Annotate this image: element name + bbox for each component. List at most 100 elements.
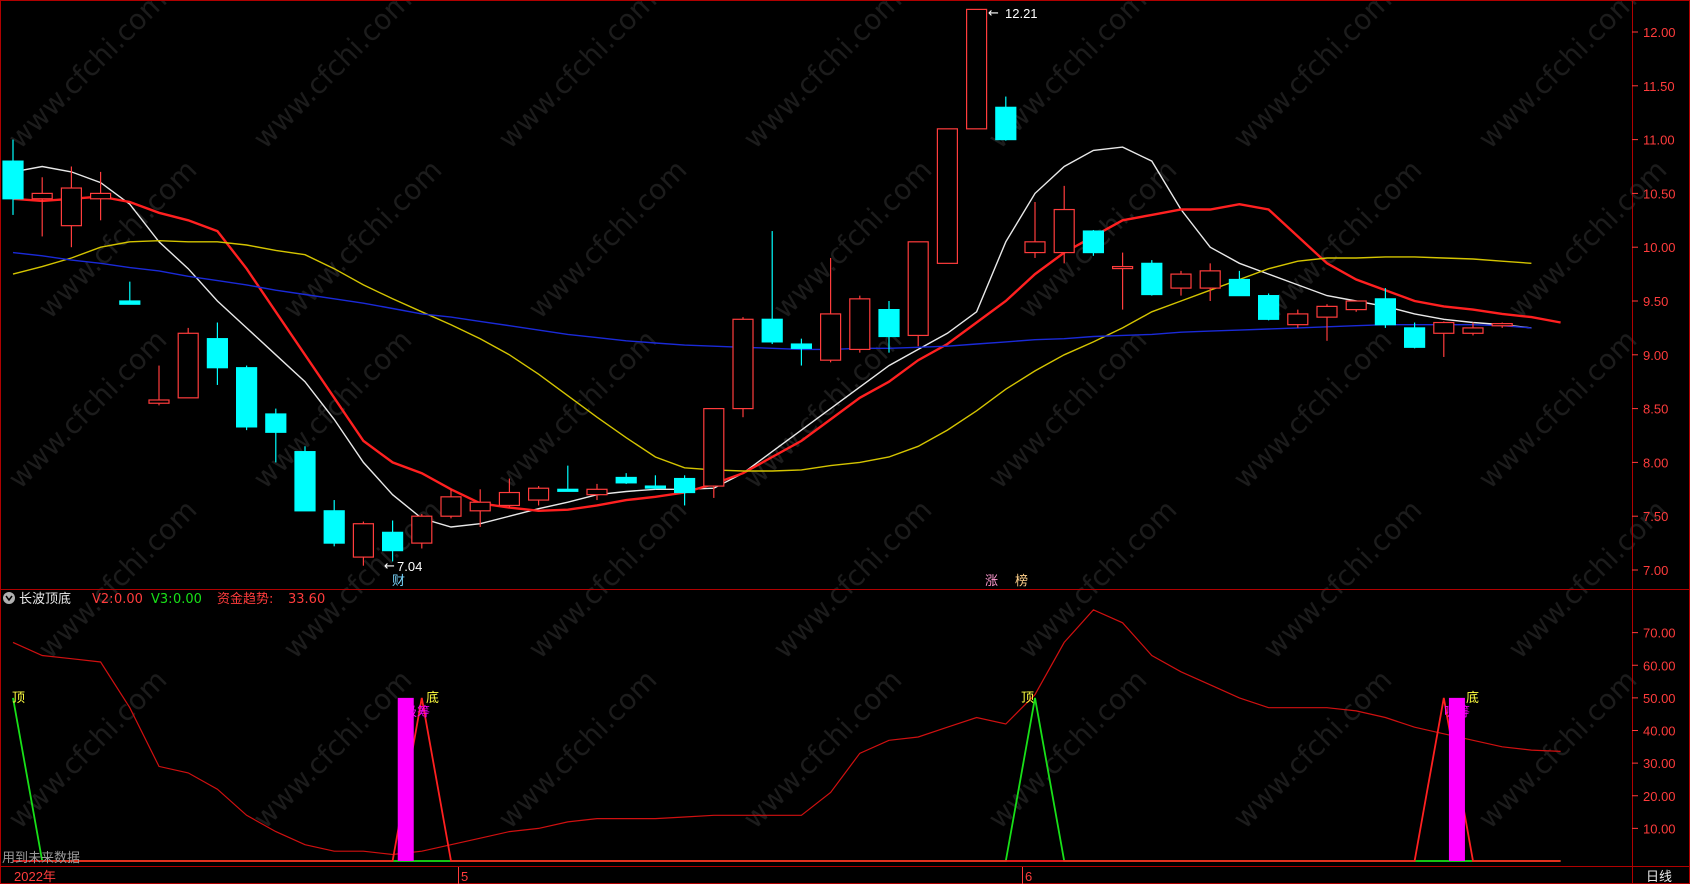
candle-36: [1053, 185, 1075, 264]
candle-22: [644, 475, 667, 490]
candle-body-49: [1433, 321, 1455, 334]
period-label[interactable]: 日线: [1646, 870, 1672, 884]
candle-39: [1141, 260, 1163, 296]
candle-body-31: [907, 241, 929, 337]
ind-tick-label-4: 50.00: [1643, 691, 1676, 706]
candle-49: [1433, 321, 1455, 357]
watermark-text-18: www.cfchi.com: [982, 323, 1154, 495]
candle-body-27: [790, 343, 813, 349]
kline-chart[interactable]: www.cfchi.com www.cfchi.com www.cfchi.com w…: [0, 0, 1690, 884]
candle-body-38: [1111, 265, 1134, 270]
price-tick-label-1: 7.50: [1643, 509, 1668, 524]
candle-33: [965, 8, 988, 130]
v2-value: 0.00: [114, 592, 143, 607]
candle-51: [1491, 322, 1513, 328]
watermark-text-16: www.cfchi.com: [492, 323, 664, 495]
v3-label: V3:: [151, 592, 173, 607]
candle-4: [119, 281, 141, 305]
candle-26: [761, 231, 783, 345]
candle-32: [936, 128, 959, 264]
candle-37: [1082, 229, 1105, 256]
date-label-5: 5: [461, 869, 468, 884]
moving-averages: [12, 146, 1561, 528]
candle-body-26: [761, 318, 783, 343]
candle-14: [411, 514, 433, 549]
event-marker-cai[interactable]: 财: [392, 574, 405, 589]
future-data-note: 用到未来数据: [2, 851, 80, 866]
candle-5: [148, 365, 170, 406]
watermark-text-3: www.cfchi.com: [737, 0, 909, 155]
candle-25: [732, 317, 754, 418]
watermark-text-12: www.cfchi.com: [1257, 153, 1429, 325]
fund-trend-value: 33.60: [288, 592, 325, 607]
indicator-axis: 10.00 20.00 30.00 40.00 50.00 60.00 70.00: [1632, 626, 1676, 836]
candle-35: [1024, 202, 1046, 258]
candle-body-6: [177, 332, 199, 399]
candle-body-41: [1199, 270, 1221, 289]
candle-body-45: [1316, 305, 1338, 318]
candle-body-7: [206, 338, 228, 369]
watermark-text-26: www.cfchi.com: [1257, 493, 1429, 665]
candle-7: [206, 322, 228, 385]
candle-body-34: [995, 106, 1017, 141]
event-marker-zhang[interactable]: 涨: [985, 574, 998, 589]
high-price-label: 12.21: [1005, 6, 1038, 21]
price-tick-label-2: 8.00: [1643, 455, 1668, 470]
candle-body-2: [60, 187, 83, 227]
watermark-text-25: www.cfchi.com: [1012, 493, 1184, 665]
ind-tick-label-2: 30.00: [1643, 756, 1676, 771]
candle-6: [177, 327, 199, 399]
candle-body-3: [89, 192, 112, 200]
candle-body-42: [1228, 278, 1251, 297]
candle-body-48: [1403, 327, 1426, 348]
event-marker-bang[interactable]: 榜: [1015, 573, 1028, 589]
price-tick-label-9: 11.50: [1643, 79, 1675, 94]
candle-1: [31, 177, 53, 237]
candle-body-18: [527, 487, 550, 501]
candle-11: [323, 500, 345, 547]
price-tick-label-3: 8.50: [1643, 402, 1668, 417]
watermark-text-0: www.cfchi.com: [2, 0, 174, 155]
candle-8: [236, 365, 258, 431]
watermark-text-21: www.cfchi.com: [32, 493, 204, 665]
watermark-text-15: www.cfchi.com: [247, 323, 419, 495]
watermark-text-8: www.cfchi.com: [277, 153, 449, 325]
candle-body-25: [732, 318, 754, 410]
candle-body-16: [469, 501, 491, 512]
candle-48: [1403, 322, 1426, 349]
indicator-name[interactable]: 长波顶底: [19, 591, 71, 607]
candle-body-8: [236, 367, 258, 428]
collapse-icon[interactable]: [3, 592, 15, 604]
candle-body-43: [1257, 295, 1280, 320]
watermark-text-19: www.cfchi.com: [1227, 323, 1399, 495]
candle-body-4: [119, 300, 141, 305]
candle-body-15: [440, 496, 462, 517]
low-price-label: 7.04: [397, 559, 422, 574]
candle-3: [89, 171, 112, 221]
absorb-label-2: 吸筹: [1444, 704, 1470, 720]
candle-body-47: [1374, 298, 1397, 326]
price-tick-label-10: 12.00: [1643, 25, 1676, 40]
candle-body-29: [849, 298, 871, 351]
candle-body-10: [294, 451, 316, 512]
candle-38: [1111, 252, 1134, 310]
candle-body-12: [352, 523, 374, 558]
absorb-bar-0: [397, 697, 414, 861]
candle-45: [1316, 304, 1338, 341]
top-signal-label-1: 顶: [12, 691, 25, 706]
candle-body-35: [1024, 241, 1046, 254]
candle-40: [1170, 270, 1192, 296]
ind-tick-label-6: 70.00: [1643, 626, 1676, 641]
watermark-text-5: www.cfchi.com: [1227, 0, 1399, 155]
candle-body-24: [703, 408, 725, 487]
price-tick-label-0: 7.00: [1643, 563, 1668, 578]
price-tick-label-4: 9.00: [1643, 348, 1668, 363]
candle-42: [1228, 270, 1251, 297]
watermark-text-32: www.cfchi.com: [982, 663, 1154, 835]
watermark-text-23: www.cfchi.com: [522, 493, 694, 665]
watermark-text-28: www.cfchi.com: [2, 663, 174, 835]
bottom-signal-label-1: 底: [426, 690, 439, 706]
candle-41: [1199, 263, 1221, 301]
watermark-text-31: www.cfchi.com: [737, 663, 909, 835]
watermark-text-6: www.cfchi.com: [1472, 0, 1644, 155]
